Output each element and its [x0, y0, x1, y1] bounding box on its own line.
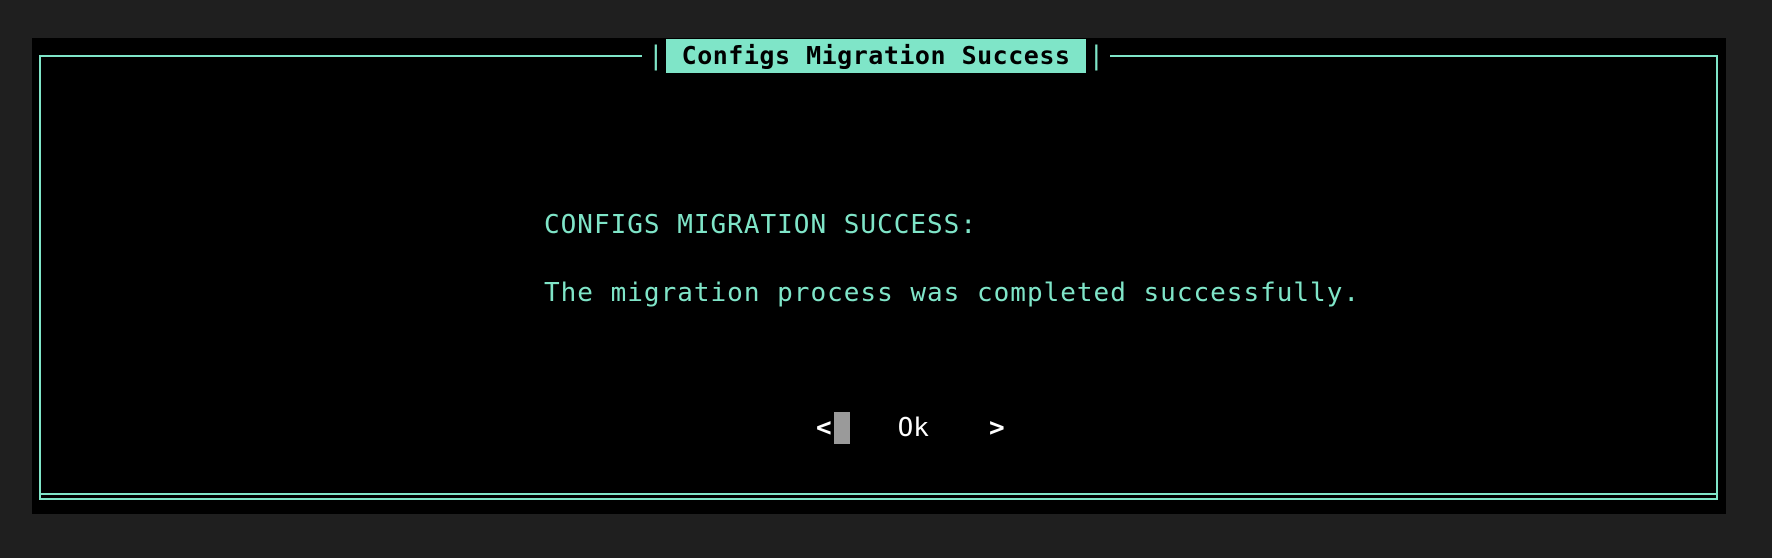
dialog-message: The migration process was completed succ…: [544, 278, 1361, 308]
dialog-heading: CONFIGS MIGRATION SUCCESS:: [544, 210, 977, 240]
dialog-title-bar: | Configs Migration Success |: [642, 39, 1111, 73]
ok-button-label: Ok: [897, 413, 929, 443]
ok-button-left-bracket: <: [816, 413, 832, 443]
text-cursor: [833, 412, 850, 444]
ok-button[interactable]: < Ok >: [816, 410, 1005, 446]
terminal-window: | Configs Migration Success | CONFIGS MI…: [32, 38, 1726, 514]
dialog-title: Configs Migration Success: [665, 39, 1087, 73]
ok-button-right-bracket: >: [988, 413, 1005, 443]
title-left-pipe: |: [648, 41, 664, 71]
title-right-pipe: |: [1088, 41, 1105, 71]
